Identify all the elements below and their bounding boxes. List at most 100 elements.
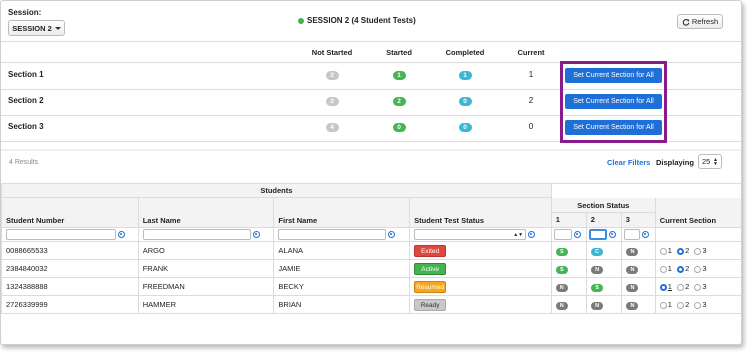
section-3-status-badge: N: [626, 247, 639, 256]
caret-down-icon: [54, 26, 61, 30]
filter-first-name-input[interactable]: [278, 229, 387, 240]
radio-section-2[interactable]: [677, 283, 685, 291]
status-dot-icon: [298, 17, 304, 24]
header-student-number[interactable]: Student Number: [1, 197, 139, 228]
group-header-row: Students: [1, 183, 741, 198]
section-1-current: 1: [528, 70, 534, 79]
section-2-status-badge: S: [591, 283, 604, 292]
divider: [1, 149, 741, 151]
filter-clear-icon[interactable]: [642, 231, 650, 238]
section-3-status-badge: N: [626, 283, 639, 292]
section-1-started-badge: 1: [392, 71, 406, 80]
session-status: SESSION 2 (4 Student Tests): [298, 16, 416, 25]
header-last-name[interactable]: Last Name: [137, 197, 275, 228]
filter-student-number-input[interactable]: [6, 229, 116, 240]
radio-section-1[interactable]: [659, 247, 667, 255]
header-section-status: Section Status 1 2 3: [550, 197, 656, 228]
section-2-status-badge: N: [591, 265, 604, 274]
status-badge: Exited: [414, 244, 447, 257]
section-2-label: Section 2: [8, 96, 44, 105]
radio-label: 3: [702, 282, 707, 291]
radio-section-3[interactable]: [694, 265, 702, 273]
radio-section-1[interactable]: [659, 265, 667, 273]
student-number: 0088665533: [1, 241, 139, 260]
status-badge: Ready: [414, 298, 447, 311]
radio-label: 2: [685, 300, 690, 309]
radio-label: 3: [702, 264, 707, 273]
radio-section-3[interactable]: [694, 283, 702, 291]
header-section-1: 1: [552, 213, 587, 227]
last-name: FREEDMAN: [137, 277, 275, 296]
last-name: ARGO: [137, 241, 275, 260]
refresh-button[interactable]: Refresh: [677, 14, 723, 29]
session-label: Session:: [8, 8, 42, 17]
results-count: 4 Results: [9, 159, 39, 166]
filter-clear-icon[interactable]: [388, 231, 396, 238]
section-2-status-badge: C: [591, 247, 604, 256]
filter-clear-icon[interactable]: [252, 231, 260, 238]
radio-section-1[interactable]: [659, 283, 667, 291]
first-name: BRIAN: [273, 295, 411, 314]
clear-filters-link[interactable]: Clear Filters: [607, 158, 650, 167]
radio-section-2[interactable]: [677, 247, 685, 255]
session-dropdown[interactable]: SESSION 2: [8, 20, 65, 36]
section-1-status-badge: S: [555, 247, 568, 256]
section-3-status-badge: N: [626, 301, 639, 310]
group-students: Students: [1, 183, 552, 198]
section-3-started-badge: 0: [392, 123, 406, 132]
section-3-not-started-badge: 4: [325, 123, 339, 132]
section-2-status-badge: N: [591, 301, 604, 310]
radio-label: 1: [667, 264, 672, 273]
radio-label: 1: [667, 300, 672, 309]
radio-section-3[interactable]: [694, 247, 702, 255]
section-2-completed-badge: 0: [458, 97, 472, 106]
table-row: 2726339999 HAMMER BRIAN Ready N N N 1 2 …: [1, 295, 741, 314]
filter-section-3-select[interactable]: [624, 229, 641, 240]
session-dropdown-label: SESSION 2: [12, 23, 52, 33]
section-1-status-badge: N: [555, 301, 568, 310]
section-1-label: Section 1: [8, 70, 44, 79]
header-current-section: Current Section: [654, 197, 741, 228]
page-size-value: 25: [702, 157, 711, 166]
last-name: FRANK: [137, 259, 275, 278]
radio-section-2[interactable]: [677, 265, 685, 273]
radio-section-1[interactable]: [659, 301, 667, 309]
header-section-3: 3: [625, 215, 630, 224]
section-2-not-started-badge: 2: [325, 97, 339, 106]
section-status-title: Section Status: [551, 198, 655, 213]
filter-last-name-input[interactable]: [142, 229, 251, 240]
students-table: Students Student Number Last Name First …: [1, 183, 741, 314]
table-row: 1324388888 FREEDMAN BECKY Resumed N S N …: [1, 277, 741, 296]
filter-clear-icon[interactable]: [528, 231, 536, 238]
student-number: 2384840032: [1, 259, 139, 278]
first-name: BECKY: [273, 277, 411, 296]
radio-label: 2: [685, 246, 690, 255]
radio-section-2[interactable]: [677, 301, 685, 309]
divider: [1, 41, 741, 42]
session-status-text: SESSION 2 (4 Student Tests): [307, 16, 416, 25]
filter-status-select[interactable]: ▲▼: [414, 229, 527, 240]
filter-section-2-select[interactable]: [589, 229, 608, 240]
first-name: ALANA: [273, 241, 411, 260]
filter-clear-icon[interactable]: [118, 231, 125, 238]
header-student-test-status[interactable]: Student Test Status: [409, 197, 552, 228]
filter-section-1-select[interactable]: [553, 229, 572, 240]
radio-label: 3: [702, 300, 707, 309]
radio-section-3[interactable]: [694, 301, 702, 309]
refresh-icon: [682, 18, 690, 26]
section-3-completed-badge: 0: [458, 123, 472, 132]
current-section-radios: 1 2 3: [654, 241, 741, 260]
header-first-name[interactable]: First Name: [273, 197, 411, 228]
radio-label: 2: [685, 282, 690, 291]
page-size-select[interactable]: 25 ▲ ▼: [698, 154, 722, 169]
status-badge: Active: [414, 262, 447, 275]
filter-clear-icon[interactable]: [609, 231, 617, 238]
filter-clear-icon[interactable]: [573, 231, 581, 238]
refresh-label: Refresh: [691, 17, 719, 26]
section-3-label: Section 3: [8, 122, 44, 131]
radio-label: 3: [702, 246, 707, 255]
header-not-started: Not Started: [311, 48, 353, 57]
student-test-monitor: Session: SESSION 2 SESSION 2 (4 Student …: [0, 0, 742, 345]
table-row: 0088665533 ARGO ALANA Exited S C N 1 2 3: [1, 241, 741, 260]
section-1-completed-badge: 1: [458, 71, 472, 80]
